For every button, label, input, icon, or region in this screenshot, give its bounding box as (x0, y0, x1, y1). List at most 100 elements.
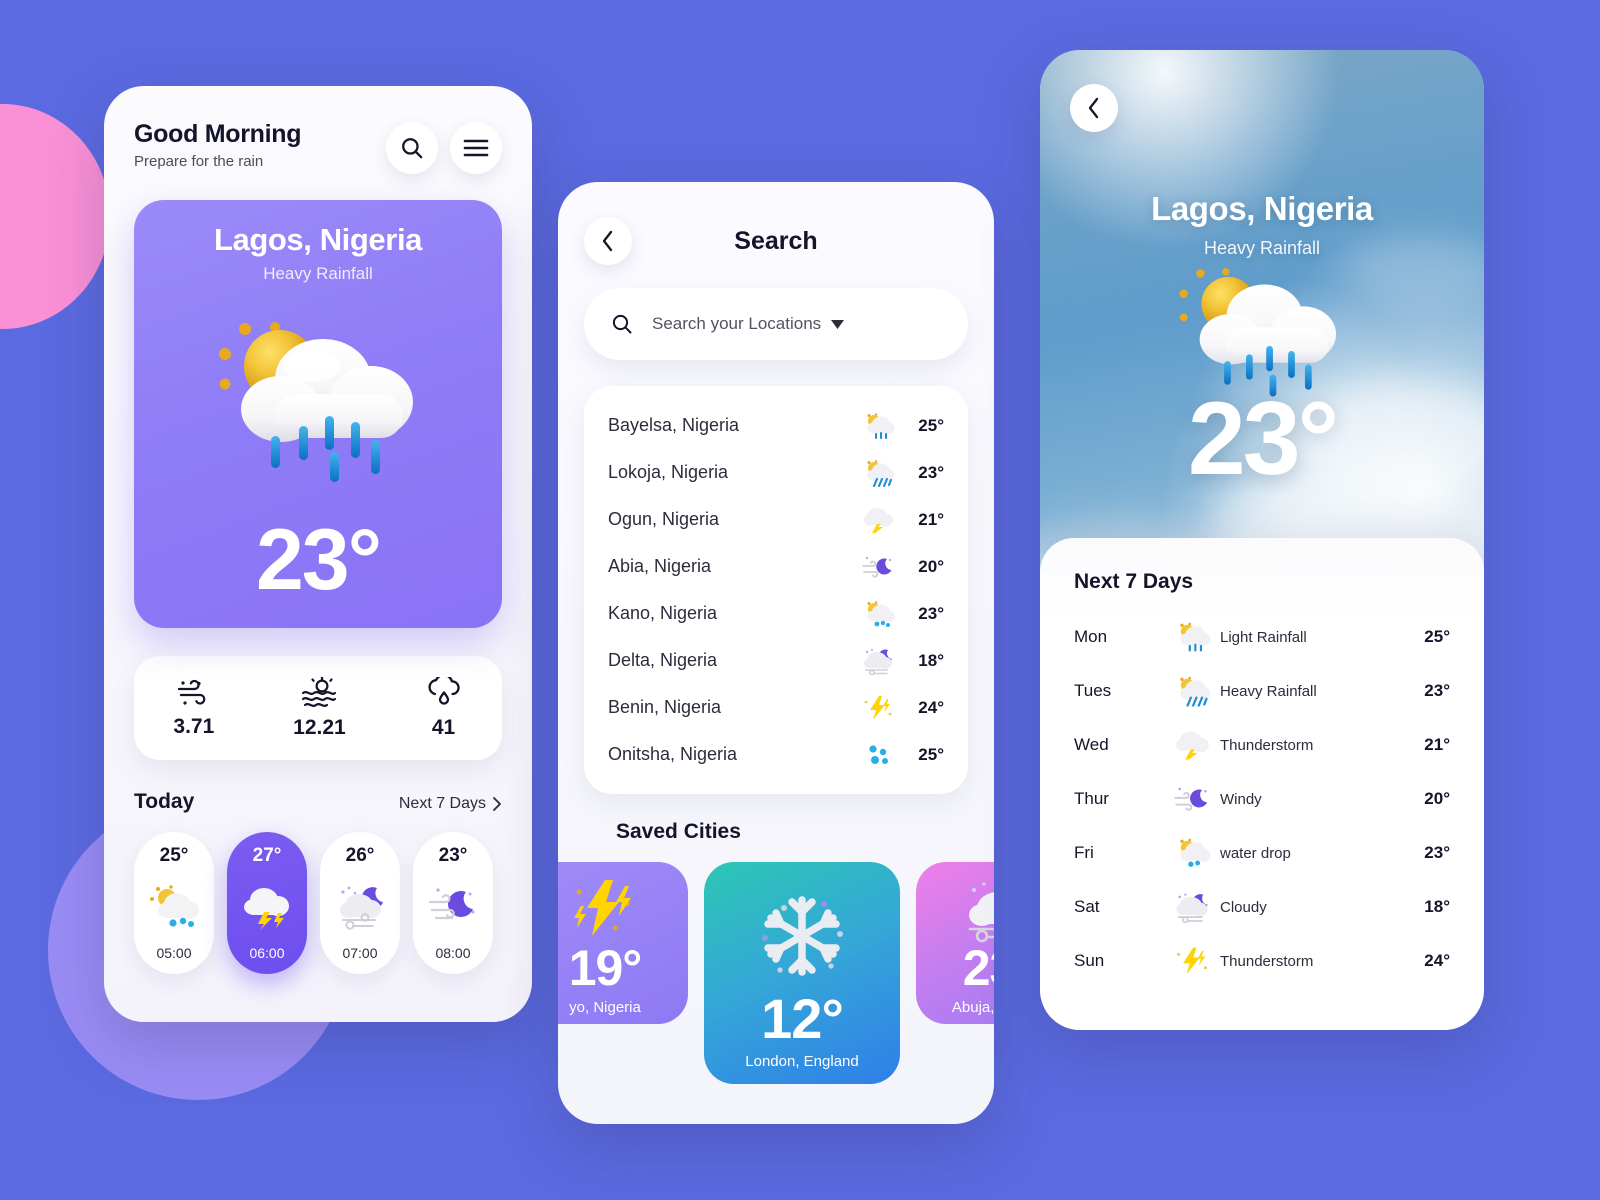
week-icon-wrap (1170, 891, 1214, 923)
result-city: Ogun, Nigeria (608, 509, 720, 529)
search-results-list: Bayelsa, Nigeria 25° Lokoja, Nigeria 23°… (584, 386, 968, 794)
search-input-placeholder-row: Search your Locations (652, 314, 845, 334)
cloud-lightning-icon (1175, 731, 1209, 761)
result-right: 23° (861, 600, 944, 628)
search-input-placeholder: Search your Locations (652, 314, 822, 333)
menu-button[interactable] (450, 122, 502, 174)
search-result-row[interactable]: Ogun, Nigeria 21° (608, 496, 944, 543)
result-temp: 25° (918, 744, 944, 764)
night-fog-icon (864, 648, 892, 675)
saved-city-card[interactable]: 12° London, England (704, 862, 900, 1084)
result-city: Lokoja, Nigeria (608, 462, 729, 482)
week-forecast-row[interactable]: Thur Windy 20° (1074, 772, 1450, 826)
saved-city-temp: 19° (568, 940, 643, 996)
result-right: 25° (861, 412, 944, 440)
cloud-lightning-icon (244, 888, 289, 930)
hourly-temp: 26° (345, 845, 375, 866)
search-result-row[interactable]: Bayelsa, Nigeria 25° (608, 402, 944, 449)
sun-cloud-drizzle-icon (150, 885, 199, 927)
search-input-box[interactable]: Search your Locations (584, 288, 968, 360)
water-drops-icon (869, 744, 888, 764)
detail-screen: Lagos, Nigeria Heavy Rainfall 23° Next 7… (1040, 50, 1484, 1030)
sun-cloud-drizzle-icon (867, 600, 895, 627)
caret-down-icon[interactable] (831, 319, 845, 329)
week-forecast-row[interactable]: Tues Heavy Rainfall 23° (1074, 664, 1450, 718)
hourly-card[interactable]: 26° 07:00 (320, 832, 400, 974)
sun-cloud-rain-icon (1180, 622, 1211, 652)
result-temp: 20° (918, 556, 944, 576)
week-forecast-row[interactable]: Sun Thunderstorm 24° (1074, 934, 1450, 988)
today-label: Today (134, 790, 195, 813)
wind-icon (177, 679, 206, 705)
saved-cities-title: Saved Cities (616, 820, 741, 843)
week-forecast-row[interactable]: Fri water drop 23° (1074, 826, 1450, 880)
week-icon-wrap (1170, 837, 1214, 869)
hamburger-menu-icon (463, 139, 489, 157)
search-result-row[interactable]: Benin, Nigeria 24° (608, 684, 944, 731)
sun-cloud-rain-icon (219, 322, 413, 482)
week-icon-wrap (1170, 729, 1214, 761)
hourly-card[interactable]: 27° 06:00 (227, 832, 307, 974)
chevron-right-icon (493, 797, 501, 811)
result-temp: 24° (918, 697, 944, 717)
hourly-time: 08:00 (435, 945, 471, 961)
hourly-time: 05:00 (156, 945, 192, 961)
week-forecast-row[interactable]: Wed Thunderstorm 21° (1074, 718, 1450, 772)
hourly-temp: 25° (159, 845, 189, 866)
week-temp: 23° (1424, 681, 1450, 700)
search-result-row[interactable]: Kano, Nigeria 23° (608, 590, 944, 637)
hourly-card[interactable]: 23° 08:00 (413, 832, 493, 974)
search-result-row[interactable]: Lokoja, Nigeria 23° (608, 449, 944, 496)
search-button[interactable] (386, 122, 438, 174)
result-temp: 21° (918, 509, 944, 529)
week-day: Wed (1074, 735, 1109, 754)
current-condition: Heavy Rainfall (263, 264, 373, 283)
search-back-button[interactable] (584, 217, 632, 265)
greeting-block: Good Morning Prepare for the rain (134, 120, 302, 170)
result-city: Onitsha, Nigeria (608, 744, 738, 764)
sunrise-icon (302, 676, 337, 707)
result-right: 20° (861, 553, 944, 581)
detail-back-circle[interactable] (1070, 84, 1118, 132)
result-right: 25° (861, 741, 944, 769)
header-actions (386, 122, 502, 174)
week-forecast-row[interactable]: Sat Cloudy 18° (1074, 880, 1450, 934)
greeting-title: Good Morning (134, 120, 302, 148)
sun-cloud-heavy-rain-icon (1180, 676, 1211, 707)
result-city: Abia, Nigeria (608, 556, 712, 576)
week-day: Sat (1074, 897, 1100, 916)
week-day: Tues (1074, 681, 1112, 700)
week-icon-wrap (1170, 783, 1214, 815)
week-condition: Thunderstorm (1220, 952, 1314, 970)
detail-city: Lagos, Nigeria (1151, 190, 1373, 227)
night-windy-icon (428, 888, 475, 920)
search-screen: Search Search your Locations Bayelsa, Ni… (558, 182, 994, 1124)
cloud-drop-icon (427, 676, 460, 705)
week-day: Fri (1074, 843, 1094, 862)
saved-city-icon-wrap (558, 876, 688, 942)
lightning-icon (574, 880, 631, 936)
week-temp: 25° (1424, 627, 1450, 646)
saved-city-card[interactable]: 19° yo, Nigeria (558, 862, 688, 1024)
stat-sunrise: 12.21 (293, 676, 346, 740)
search-result-row[interactable]: Abia, Nigeria 20° (608, 543, 944, 590)
search-result-row[interactable]: Onitsha, Nigeria 25° (608, 731, 944, 778)
search-result-row[interactable]: Delta, Nigeria 18° (608, 637, 944, 684)
next-seven-days-link[interactable]: Next 7 Days (399, 795, 502, 813)
hourly-card[interactable]: 25° 05:00 (134, 832, 214, 974)
saved-city-card[interactable]: 23° Abuja, Nigeria (916, 862, 994, 1024)
current-temperature: 23° (255, 512, 382, 608)
detail-back-button[interactable] (1070, 84, 1118, 132)
next-seven-days-label: Next 7 Days (398, 795, 486, 812)
week-forecast-row[interactable]: Mon Light Rainfall 25° (1074, 610, 1450, 664)
week-condition: Heavy Rainfall (1220, 682, 1317, 700)
week-forecast-title: Next 7 Days (1074, 570, 1194, 593)
result-city: Benin, Nigeria (608, 697, 722, 717)
lightning-icon (1177, 947, 1207, 975)
result-city: Delta, Nigeria (608, 650, 718, 670)
saved-cities-list: 19° yo, Nigeria 12° London, England 2 Ab… (558, 862, 994, 1084)
current-weather-card[interactable]: Lagos, Nigeria Heavy Rainfall 23° (134, 200, 502, 628)
result-right: 18° (861, 647, 944, 675)
result-temp: 23° (918, 462, 944, 482)
greeting-subtitle: Prepare for the rain (134, 153, 264, 170)
